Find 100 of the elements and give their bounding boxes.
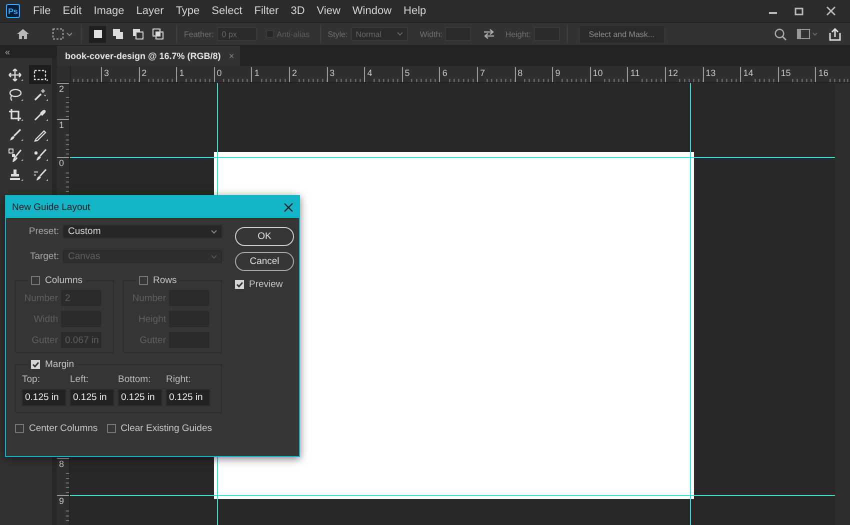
stamp-icon — [8, 168, 22, 182]
checkbox[interactable] — [31, 276, 40, 285]
margin-checkbox-label: Margin — [45, 359, 74, 370]
checkbox[interactable] — [106, 424, 116, 433]
checkmark-icon — [236, 281, 243, 288]
input-field[interactable]: 0.125 in — [118, 389, 162, 406]
ruler-label: 15 — [778, 67, 791, 82]
ruler-label: 0 — [214, 67, 222, 82]
pencil-icon — [33, 128, 47, 142]
move-icon — [8, 68, 22, 82]
menu-item[interactable]: View — [312, 5, 346, 17]
checkmark-icon — [32, 361, 39, 368]
preview-label: Preview — [249, 279, 283, 290]
ruler-label: 1 — [176, 67, 184, 82]
ruler-label: 9 — [552, 67, 560, 82]
ruler-label: 2 — [289, 67, 298, 82]
menu-item[interactable]: Edit — [58, 5, 87, 17]
ruler-label: 3 — [326, 67, 335, 82]
menu-item[interactable]: Type — [170, 5, 205, 17]
checkbox[interactable] — [139, 276, 148, 285]
height-label: Height: — [505, 30, 531, 38]
menu-item[interactable]: File — [28, 5, 56, 17]
mixer-brush-icon — [33, 148, 47, 162]
ruler-label: 8 — [514, 67, 523, 82]
rows-checkbox-label: Rows — [153, 275, 177, 286]
ruler-label: 13 — [702, 67, 716, 82]
swap-icon[interactable] — [483, 29, 496, 39]
menu-item[interactable]: Layer — [131, 5, 169, 17]
checkbox-label: Clear Existing Guides — [120, 423, 212, 434]
selection-mode-button[interactable] — [89, 26, 106, 42]
caret-icon — [396, 32, 403, 36]
ruler-label: 9 — [57, 495, 69, 508]
workspace-icon[interactable] — [797, 28, 819, 40]
ruler-label: 2 — [57, 83, 69, 95]
input-field[interactable]: 0.125 in — [70, 389, 114, 406]
checkbox-label: Center Columns — [29, 423, 98, 434]
ruler-label: 6 — [439, 67, 448, 82]
cancel-button[interactable]: Cancel — [235, 252, 294, 271]
close-icon[interactable] — [826, 6, 836, 16]
ruler-label: 2 — [138, 67, 147, 82]
ruler-label: 1 — [57, 119, 69, 132]
preset-label: Preset: — [28, 226, 59, 237]
close-icon[interactable] — [284, 202, 293, 212]
eyedropper-icon — [33, 108, 47, 122]
field-label: Bottom: — [118, 374, 152, 385]
feather-label: Feather: — [184, 30, 214, 38]
maximize-icon[interactable] — [794, 6, 804, 16]
target-label: Target: — [28, 251, 59, 262]
history-brush-icon — [33, 168, 47, 182]
select-and-mask-button[interactable]: Select and Mask... — [578, 24, 665, 44]
caret-icon — [211, 254, 217, 258]
input-field[interactable]: 0.125 in — [22, 389, 66, 406]
lasso-icon — [8, 88, 22, 102]
app-logo: Ps — [6, 4, 20, 18]
ruler-label: 10 — [590, 67, 603, 82]
checkbox[interactable] — [15, 424, 24, 433]
menu-item[interactable]: Image — [88, 5, 130, 17]
share-icon[interactable] — [829, 28, 841, 40]
ruler-label: 16 — [815, 67, 828, 82]
field-label: Left: — [70, 374, 90, 385]
ruler-label: 1 — [251, 67, 260, 82]
magic-wand-icon — [33, 88, 47, 102]
ruler-label: 5 — [402, 67, 410, 82]
brush-icon — [8, 128, 22, 142]
ruler-label: 8 — [57, 458, 69, 470]
ruler-label: 7 — [477, 67, 486, 82]
input-field[interactable]: 0.125 in — [166, 389, 210, 406]
width-label: Width: — [420, 30, 442, 38]
ruler-label: 12 — [665, 67, 678, 82]
intersect-selection-icon — [150, 27, 164, 41]
field-label: Top: — [22, 374, 41, 385]
ruler-label: 11 — [627, 67, 640, 82]
columns-checkbox-label: Columns — [45, 275, 82, 286]
add-selection-icon — [110, 27, 124, 41]
subtract-selection-icon — [130, 27, 144, 41]
collapse-toggle[interactable]: « — [5, 47, 10, 57]
marquee-icon — [33, 68, 47, 82]
menu-item[interactable]: Window — [347, 5, 397, 17]
ruler-label: 0 — [57, 157, 69, 169]
preset-dropdown[interactable]: Custom — [63, 225, 222, 238]
tool-button[interactable] — [29, 65, 51, 84]
caret-icon — [211, 230, 217, 234]
dialog-title: New Guide Layout — [12, 202, 90, 212]
healing-brush-icon — [8, 148, 22, 162]
tab-close-button[interactable]: × — [228, 51, 234, 61]
menu-item[interactable]: Select — [206, 5, 248, 17]
search-icon[interactable] — [774, 28, 787, 40]
scrollbar[interactable] — [835, 83, 850, 525]
ruler-label: 4 — [364, 67, 372, 82]
crop-icon — [8, 108, 22, 122]
ok-button[interactable]: OK — [235, 227, 294, 246]
menu-item[interactable]: 3D — [286, 5, 310, 17]
field-label: Right: — [166, 374, 192, 385]
ruler-label: 3 — [101, 67, 110, 82]
document-tab[interactable]: book-cover-design @ 16.7% (RGB/8) × — [57, 46, 240, 66]
menu-item[interactable]: Help — [398, 5, 432, 17]
menu-item[interactable]: Filter — [249, 5, 284, 17]
ruler-label: 14 — [740, 67, 754, 82]
marquee-preset-icon[interactable] — [52, 28, 74, 40]
home-icon[interactable] — [16, 28, 30, 40]
